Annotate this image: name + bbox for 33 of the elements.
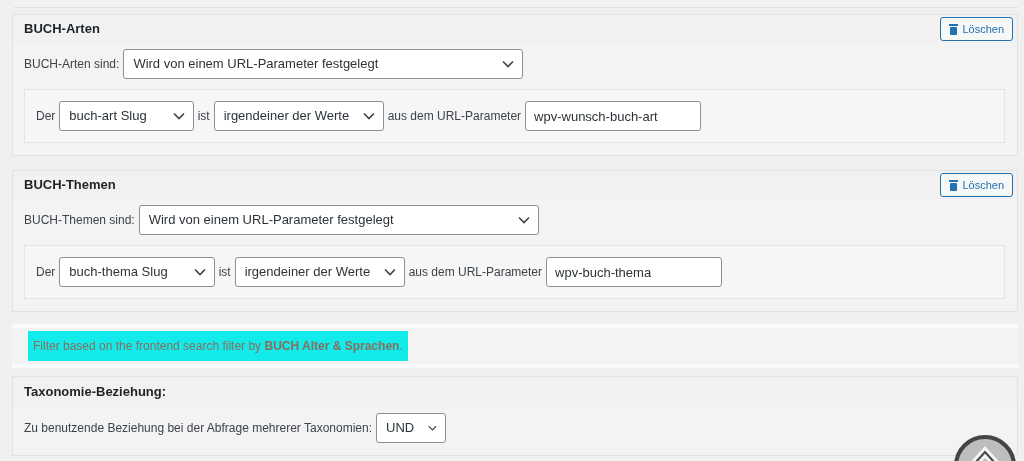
condition-text: ist <box>197 108 210 125</box>
dropdown[interactable]: UND <box>376 413 446 443</box>
field-label: BUCH-Themen sind: <box>24 212 135 229</box>
chevron-down-icon <box>383 268 396 276</box>
dropdown[interactable]: Wird von einem URL-Parameter festgelegt <box>138 205 539 235</box>
chevron-down-icon <box>517 216 530 224</box>
condition-text: Der <box>36 264 56 281</box>
section-title: Taxonomie-Beziehung: <box>24 383 167 402</box>
condition-text: aus dem URL-Parameter <box>408 264 542 281</box>
dropdown[interactable]: buch-thema Slug <box>59 257 215 287</box>
url-parameter-field[interactable]: wpv-wunsch-buch-art <box>525 101 702 131</box>
dropdown[interactable]: Wird von einem URL-Parameter festgelegt <box>123 49 524 79</box>
chevron-down-icon <box>362 112 375 120</box>
trash-icon <box>949 23 959 35</box>
dropdown[interactable]: irgendeiner der Werte <box>234 257 405 287</box>
section-title: BUCH-Arten <box>24 20 100 39</box>
chevron-down-icon <box>502 60 515 68</box>
condition-text: Der <box>36 108 56 125</box>
url-parameter-field[interactable]: wpv-buch-thema <box>546 257 722 287</box>
dropdown[interactable]: irgendeiner der Werte <box>213 101 384 131</box>
chevron-down-icon <box>428 424 437 432</box>
condition-text: aus dem URL-Parameter <box>387 108 522 125</box>
dropdown[interactable]: buch-art Slug <box>59 101 194 131</box>
chevron-down-icon <box>193 268 206 276</box>
filter-note: Filter based on the frontend search filter by BUCH Alter & Sprachen. <box>28 331 408 361</box>
field-label: BUCH-Arten sind: <box>24 56 120 73</box>
section-title: BUCH-Themen <box>24 176 116 195</box>
field-label: Zu benutzende Beziehung bei der Abfrage mehrerer Taxonomien: <box>24 420 372 437</box>
delete-button[interactable]: Löschen <box>940 173 1013 197</box>
condition-text: ist <box>218 264 231 281</box>
chevron-down-icon <box>172 112 185 120</box>
trash-icon <box>949 179 959 191</box>
delete-button[interactable]: Löschen <box>940 17 1013 41</box>
